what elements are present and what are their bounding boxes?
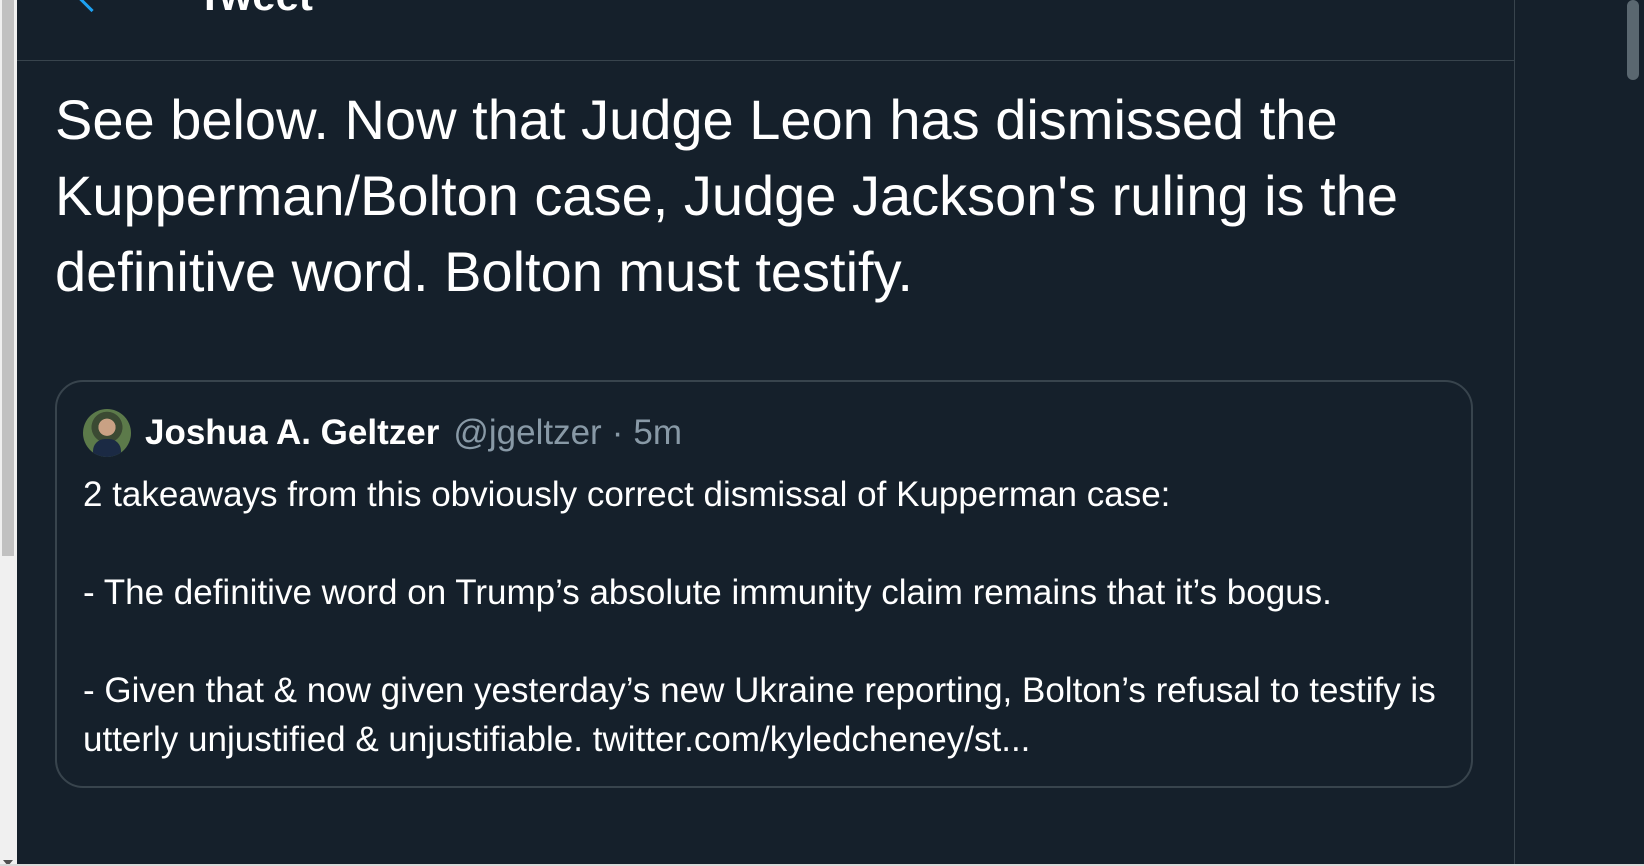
page-scrollbar[interactable] bbox=[1622, 0, 1644, 866]
tweet-text: See below. Now that Judge Leon has dismi… bbox=[55, 88, 1399, 303]
back-arrow-icon[interactable] bbox=[73, 0, 110, 13]
quoted-tweet-body: 2 takeaways from this obviously correct … bbox=[83, 470, 1443, 764]
quoted-tweet-card[interactable]: Joshua A. Geltzer @jgeltzer · 5m 2 takea… bbox=[55, 380, 1473, 788]
quoted-paragraph: - Given that & now given yesterday’s new… bbox=[83, 671, 1436, 759]
quoted-author-name[interactable]: Joshua A. Geltzer bbox=[145, 413, 439, 453]
quoted-paragraph: - The definitive word on Trump’s absolut… bbox=[83, 573, 1332, 612]
right-gutter bbox=[1515, 0, 1622, 866]
avatar[interactable] bbox=[83, 409, 131, 457]
browser-scrollbar[interactable] bbox=[0, 0, 17, 866]
page-title: Tweet bbox=[197, 0, 313, 20]
quoted-author-handle[interactable]: @jgeltzer bbox=[453, 413, 601, 453]
tweet-header: Tweet bbox=[17, 0, 1514, 61]
separator-dot: · bbox=[611, 413, 624, 452]
tweet-column: Tweet See below. Now that Judge Leon has… bbox=[17, 0, 1515, 866]
quoted-tweet-time[interactable]: 5m bbox=[633, 413, 682, 453]
page: Tweet See below. Now that Judge Leon has… bbox=[0, 0, 1644, 866]
quoted-paragraph: 2 takeaways from this obviously correct … bbox=[83, 475, 1171, 514]
quoted-tweet-header: Joshua A. Geltzer @jgeltzer · 5m bbox=[83, 408, 682, 458]
scrollbar-thumb[interactable] bbox=[2, 0, 14, 556]
page-scrollbar-thumb[interactable] bbox=[1627, 0, 1639, 80]
